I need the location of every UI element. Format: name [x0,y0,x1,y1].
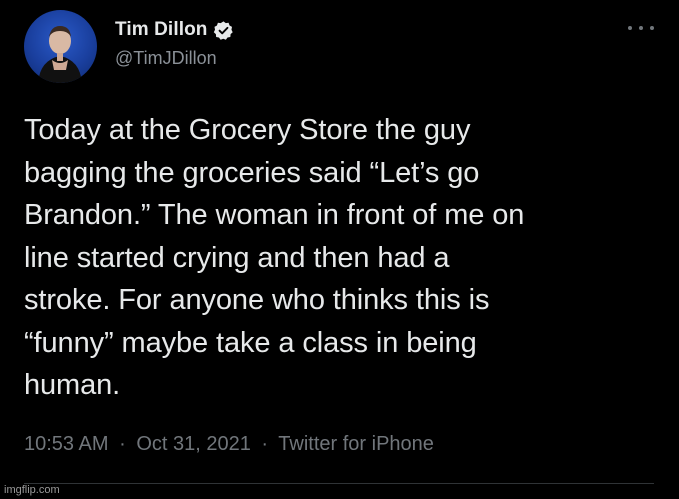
tweet-source[interactable]: Twitter for iPhone [278,433,434,455]
tweet-metadata: 10:53 AM · Oct 31, 2021 · Twitter for iP… [24,433,434,456]
meta-separator: · [119,433,126,455]
more-options-icon[interactable] [628,18,654,38]
meta-separator: · [261,433,269,455]
tweet-date[interactable]: Oct 31, 2021 [136,433,251,455]
user-handle[interactable]: @TimJDillon [115,48,217,69]
more-dot [639,26,643,30]
more-dot [650,26,654,30]
avatar[interactable] [24,10,97,83]
more-dot [628,26,632,30]
divider [24,483,654,484]
avatar-image [38,26,82,83]
verified-badge-icon [213,20,234,41]
previous-tweet-remnant [0,0,679,6]
watermark: imgflip.com [4,484,60,496]
display-name[interactable]: Tim Dillon [115,19,207,41]
tweet-time[interactable]: 10:53 AM [24,433,109,455]
author-name-row: Tim Dillon [115,17,234,43]
tweet-text: Today at the Grocery Store the guy baggi… [24,114,525,401]
